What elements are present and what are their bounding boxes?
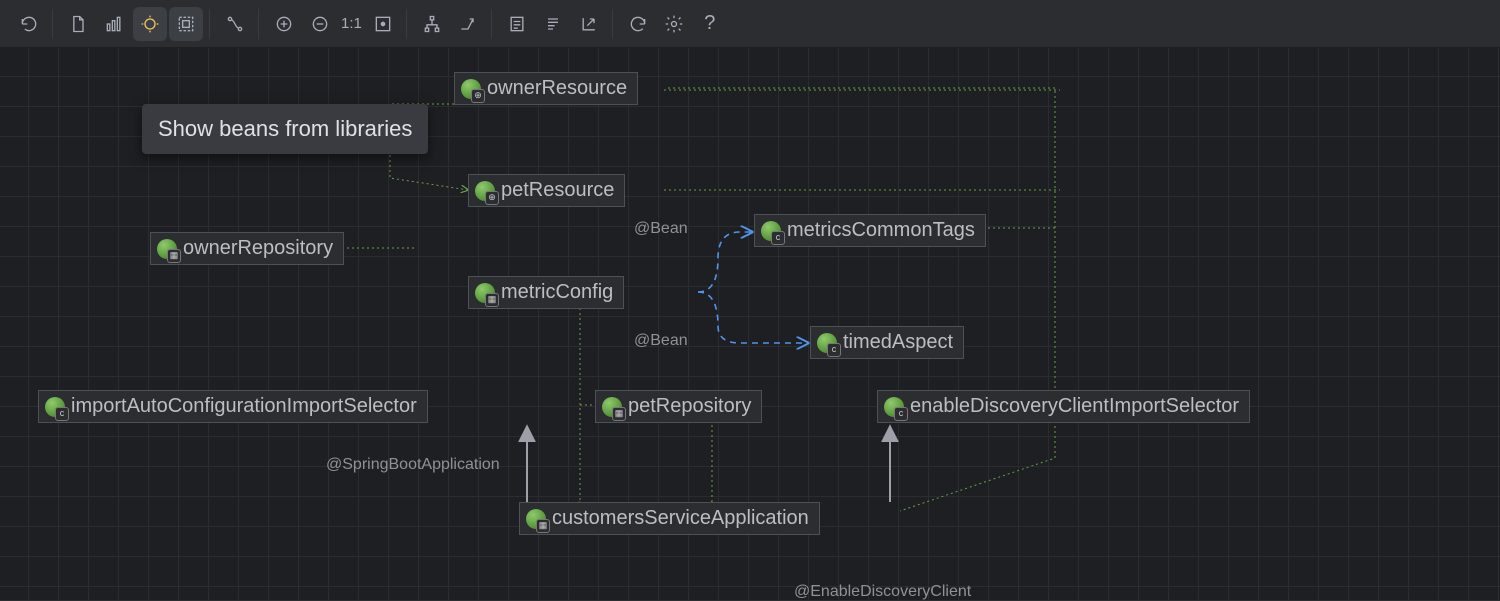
path-icon[interactable] xyxy=(218,7,252,41)
node-label: enableDiscoveryClientImportSelector xyxy=(910,395,1239,418)
edge-label-bean: @Bean xyxy=(634,332,688,350)
node-label: customersServiceApplication xyxy=(552,507,809,530)
node-metricsCommonTags[interactable]: metricsCommonTags xyxy=(754,214,986,247)
selection-icon[interactable] xyxy=(169,7,203,41)
bean-icon xyxy=(157,239,177,259)
node-label: timedAspect xyxy=(843,331,953,354)
node-ownerResource[interactable]: ownerResource xyxy=(454,72,638,105)
node-ownerRepository[interactable]: ownerRepository xyxy=(150,232,344,265)
node-petResource[interactable]: petResource xyxy=(468,174,625,207)
export-icon[interactable] xyxy=(572,7,606,41)
bean-icon xyxy=(602,397,622,417)
node-timedAspect[interactable]: timedAspect xyxy=(810,326,964,359)
refresh-icon[interactable] xyxy=(12,7,46,41)
zoom-in-icon[interactable] xyxy=(267,7,301,41)
node-petRepository[interactable]: petRepository xyxy=(595,390,762,423)
edge-label-bean: @Bean xyxy=(634,220,688,238)
help-icon[interactable]: ? xyxy=(693,7,727,41)
bean-icon xyxy=(817,333,837,353)
sync-icon[interactable] xyxy=(621,7,655,41)
edge-label-enablediscovery: @EnableDiscoveryClient xyxy=(794,583,971,601)
node-customersServiceApplication[interactable]: customersServiceApplication xyxy=(519,502,820,535)
route-icon[interactable] xyxy=(451,7,485,41)
chart-icon[interactable] xyxy=(97,7,131,41)
node-label: ownerRepository xyxy=(183,237,333,260)
node-enableDiscoveryClientImportSelector[interactable]: enableDiscoveryClientImportSelector xyxy=(877,390,1250,423)
hierarchy-icon[interactable] xyxy=(415,7,449,41)
node-label: petResource xyxy=(501,179,614,202)
perspective-icon[interactable] xyxy=(133,7,167,41)
node-label: petRepository xyxy=(628,395,751,418)
diagram-canvas[interactable]: ownerResource petResource ownerRepositor… xyxy=(0,48,1500,600)
bean-icon xyxy=(884,397,904,417)
bean-icon xyxy=(475,283,495,303)
fit-screen-icon[interactable] xyxy=(366,7,400,41)
bean-icon xyxy=(45,397,65,417)
diagram-toolbar: 1:1 ? xyxy=(0,0,1500,48)
gear-icon[interactable] xyxy=(657,7,691,41)
bean-icon xyxy=(761,221,781,241)
node-metricConfig[interactable]: metricConfig xyxy=(468,276,624,309)
zoom-out-icon[interactable] xyxy=(303,7,337,41)
bean-icon xyxy=(526,509,546,529)
zoom-ratio[interactable]: 1:1 xyxy=(339,15,364,32)
node-importAutoConfigurationImportSelector[interactable]: importAutoConfigurationImportSelector xyxy=(38,390,428,423)
details-icon[interactable] xyxy=(536,7,570,41)
node-label: metricConfig xyxy=(501,281,613,304)
edge-label-springboot: @SpringBootApplication xyxy=(326,456,500,474)
node-label: ownerResource xyxy=(487,77,627,100)
list-icon[interactable] xyxy=(500,7,534,41)
node-label: importAutoConfigurationImportSelector xyxy=(71,395,417,418)
tooltip: Show beans from libraries xyxy=(142,104,428,154)
bean-icon xyxy=(461,79,481,99)
file-icon[interactable] xyxy=(61,7,95,41)
tooltip-text: Show beans from libraries xyxy=(158,116,412,141)
node-label: metricsCommonTags xyxy=(787,219,975,242)
bean-icon xyxy=(475,181,495,201)
